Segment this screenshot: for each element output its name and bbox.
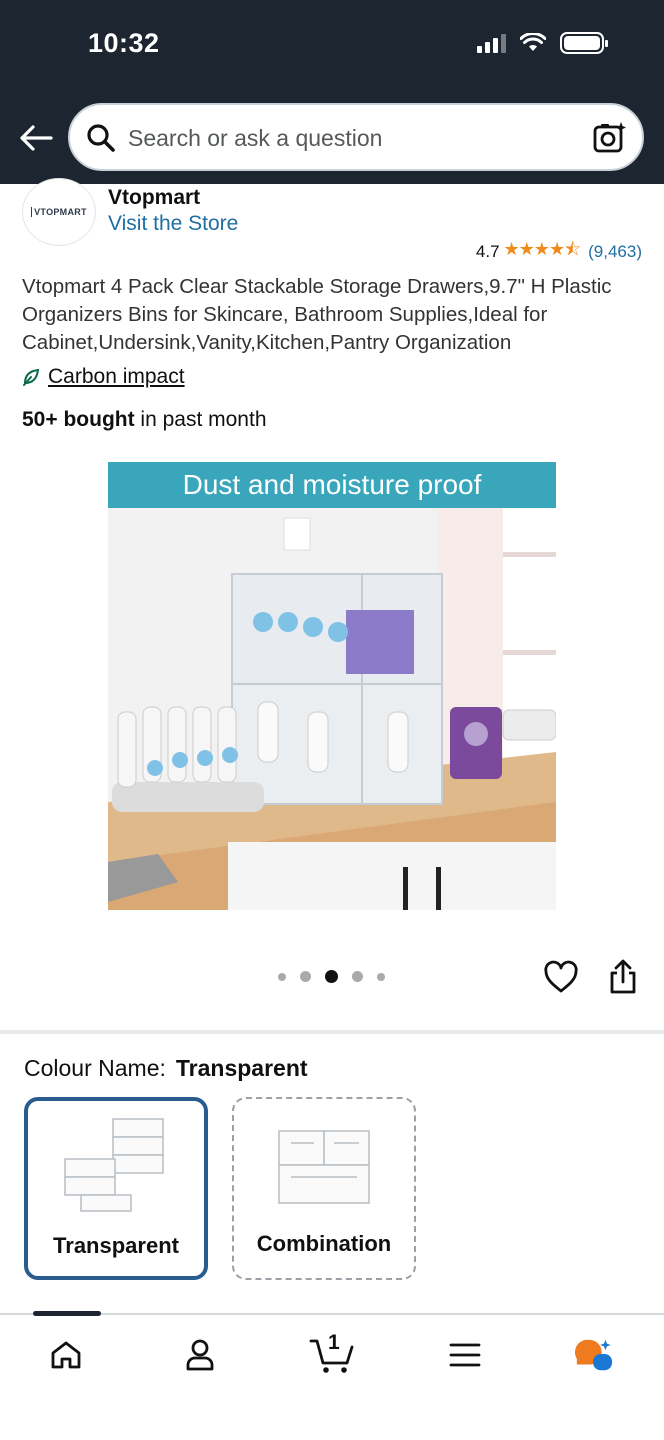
status-icons [477,32,608,54]
nav-home[interactable] [46,1335,86,1375]
search-icon [87,124,115,152]
product-title: Vtopmart 4 Pack Clear Stackable Storage … [22,275,612,354]
top-bar: 10:32 Search or ask a question [0,0,664,184]
search-input[interactable]: Search or ask a question [68,103,644,171]
back-button[interactable] [16,120,56,156]
status-time: 10:32 [88,28,160,58]
carousel-dot[interactable] [278,972,286,981]
bought-count: 50+ bought in past month [22,408,267,432]
combination-drawers-thumbnail [278,1130,370,1204]
bought-bold: 50+ bought [22,408,135,431]
colour-selected-value: Transparent [175,1055,308,1081]
brand-logo[interactable]: VTOPMART [22,178,96,246]
brand-name: Vtopmart [108,186,201,209]
star-rating-icon: ★★★★⯪ [503,239,582,259]
search-placeholder: Search or ask a question [128,125,383,151]
menu-icon [449,1343,481,1367]
nav-menu[interactable] [445,1335,485,1375]
swatch-combination-label: Combination [256,1231,392,1256]
rating-value: 4.7 [475,242,500,261]
image-banner: Dust and moisture proof [108,462,556,508]
carousel-dots[interactable] [278,970,385,983]
camera-search-icon[interactable] [592,120,628,156]
nav-account[interactable] [180,1335,220,1375]
product-image[interactable]: Dust and moisture proof [108,462,556,910]
nav-cart[interactable]: 1 [308,1331,356,1375]
carousel-dot[interactable] [377,972,385,981]
swatch-combination[interactable]: Combination [232,1097,416,1280]
leaf-icon [23,368,40,386]
colour-name-label: Colour Name: Transparent [24,1055,308,1082]
brand-logo-text: VTOPMART [31,207,87,217]
transparent-drawers-thumbnail [64,1118,164,1212]
bought-rest: in past month [134,408,267,431]
bottom-nav: 1 [0,1311,664,1440]
share-icon [610,959,636,994]
colour-label-text: Colour Name: [24,1055,166,1081]
product-photo-illustration [108,462,556,910]
rating-row[interactable]: 4.7 ★★★★⯪ (9,463) [476,237,642,267]
wishlist-button[interactable] [543,960,579,999]
home-icon [51,1341,81,1369]
carousel-dot[interactable] [325,970,338,983]
review-count-link[interactable]: (9,463) [588,242,642,262]
nav-active-indicator [33,1311,101,1316]
carbon-impact-link[interactable]: Carbon impact [22,365,185,389]
carbon-impact-label: Carbon impact [48,365,185,388]
swatch-transparent[interactable]: Transparent [24,1097,208,1280]
swatch-transparent-label: Transparent [53,1233,179,1258]
person-icon [186,1339,214,1371]
wifi-icon [520,33,546,51]
rufus-assistant-icon [574,1339,613,1371]
section-divider [0,1030,664,1034]
cart-count: 1 [328,1331,340,1354]
signal-icon [477,33,506,53]
battery-icon [560,32,608,54]
carousel-dot[interactable] [352,971,363,982]
heart-icon [544,960,578,993]
nav-rufus[interactable] [574,1335,614,1375]
share-button[interactable] [608,958,638,1001]
visit-store-link[interactable]: Visit the Store [108,212,238,236]
carousel-dot[interactable] [300,971,311,982]
back-arrow-icon [20,125,53,151]
